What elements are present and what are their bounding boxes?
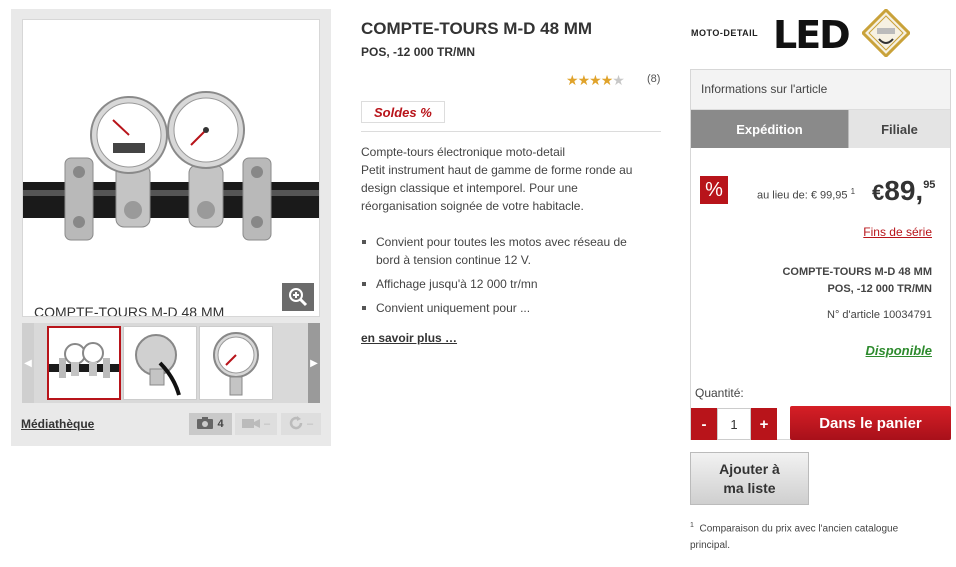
rotate-icon xyxy=(289,415,303,433)
price-cents: 95 xyxy=(923,179,936,191)
currency-symbol: € xyxy=(872,180,885,205)
rotate-view-button[interactable]: – xyxy=(281,413,321,435)
panel-header: Informations sur l'article xyxy=(691,70,950,110)
thumbnail-back-image xyxy=(135,334,181,396)
thumbnail-gauge-front-image xyxy=(213,332,259,396)
read-more-link[interactable]: en savoir plus … xyxy=(361,331,457,345)
main-image-caption: COMPTE-TOURS M-D 48 MM xyxy=(34,304,225,317)
description-line: Compte-tours électronique moto-detail xyxy=(361,145,566,159)
old-price: au lieu de: € 99,95 1 xyxy=(757,187,856,202)
footnote-marker: 1 xyxy=(850,187,856,196)
thumbnail-2[interactable] xyxy=(123,326,197,400)
wishlist-line: Ajouter à xyxy=(719,461,780,477)
add-to-wishlist-button[interactable]: Ajouter à ma liste xyxy=(690,452,809,505)
photos-count: 4 xyxy=(217,418,224,430)
panel-product-name: COMPTE-TOURS M-D 48 MM POS, -12 000 TR/M… xyxy=(782,266,932,295)
delivery-tabs: Expédition Filiale xyxy=(691,110,950,148)
review-count[interactable]: (8) xyxy=(647,73,660,85)
video-camera-icon xyxy=(241,417,260,432)
photos-button[interactable]: 4 xyxy=(189,413,232,435)
rating-stars[interactable]: ★★★★★ xyxy=(566,72,625,89)
feature-item: Convient pour toutes les motos avec rése… xyxy=(361,233,641,269)
star-icon: ★ xyxy=(566,72,579,88)
wishlist-line: ma liste xyxy=(723,480,776,496)
thumbnail-3[interactable] xyxy=(199,326,273,400)
thumbnail-next-arrow[interactable]: ▶ xyxy=(308,323,320,403)
article-number: N° d'article 10034791 xyxy=(827,309,932,321)
thumbnail-prev-arrow[interactable]: ◀ xyxy=(22,323,34,403)
brand-logo: MOTO-DETAIL xyxy=(691,28,759,38)
videos-count: – xyxy=(263,418,271,430)
thumbnail-1[interactable] xyxy=(47,326,121,400)
stock-status: Disponible xyxy=(865,343,932,358)
feature-list: Convient pour toutes les motos avec rése… xyxy=(361,233,641,323)
media-library-link[interactable]: Médiathèque xyxy=(21,417,94,431)
zoom-button[interactable] xyxy=(282,283,314,311)
star-icon: ★ xyxy=(577,72,591,88)
quantity-increase-button[interactable]: + xyxy=(751,408,777,440)
thumbnail-strip: ◀ ▶ xyxy=(22,323,320,403)
current-price: €89,95 xyxy=(872,175,935,207)
purchase-panel: Informations sur l'article Expédition Fi… xyxy=(690,69,951,440)
product-title: COMPTE-TOURS M-D 48 MM xyxy=(361,19,593,38)
add-to-cart-button[interactable]: Dans le panier xyxy=(790,406,951,440)
main-product-image[interactable]: COMPTE-TOURS M-D 48 MM xyxy=(22,19,320,317)
tab-shipping[interactable]: Expédition xyxy=(691,110,848,148)
divider xyxy=(361,131,661,132)
price-footnote: 1 Comparaison du prix avec l'ancien cata… xyxy=(690,522,899,552)
discount-icon: % xyxy=(700,176,728,204)
quality-seal-icon xyxy=(862,9,910,57)
price-area: % au lieu de: € 99,95 1 €89,95 Fins de s… xyxy=(691,148,950,376)
quantity-decrease-button[interactable]: - xyxy=(691,408,717,440)
end-of-series-link[interactable]: Fins de série xyxy=(863,225,932,239)
sale-badge: Soldes % xyxy=(361,101,445,123)
description-line: Petit instrument haut de gamme de forme … xyxy=(361,163,633,213)
quantity-input[interactable] xyxy=(717,408,751,440)
thumbnail-gauges-image xyxy=(49,342,119,378)
footnote-marker: 1 xyxy=(690,522,694,529)
feature-item: Convient uniquement pour ... xyxy=(361,299,641,317)
star-empty-icon: ★ xyxy=(612,72,625,88)
price-main: 89, xyxy=(884,175,924,206)
star-icon: ★ xyxy=(589,72,602,88)
feature-item: Affichage jusqu'à 12 000 tr/mn xyxy=(361,275,641,293)
rotate-count: – xyxy=(306,418,314,430)
led-logo: LED xyxy=(773,13,851,57)
product-description: Compte-tours électronique moto-detail Pe… xyxy=(361,143,641,215)
zoom-in-icon xyxy=(289,288,308,307)
tachometer-photo xyxy=(23,20,319,316)
product-subtitle: POS, -12 000 TR/MN xyxy=(361,45,476,59)
product-gallery: COMPTE-TOURS M-D 48 MM ◀ ▶ Médiathèque 4… xyxy=(11,9,331,446)
camera-icon xyxy=(197,416,214,432)
quantity-label: Quantité: xyxy=(695,386,744,400)
star-icon: ★ xyxy=(600,72,614,88)
tab-store[interactable]: Filiale xyxy=(848,110,950,148)
videos-button[interactable]: – xyxy=(235,413,277,435)
